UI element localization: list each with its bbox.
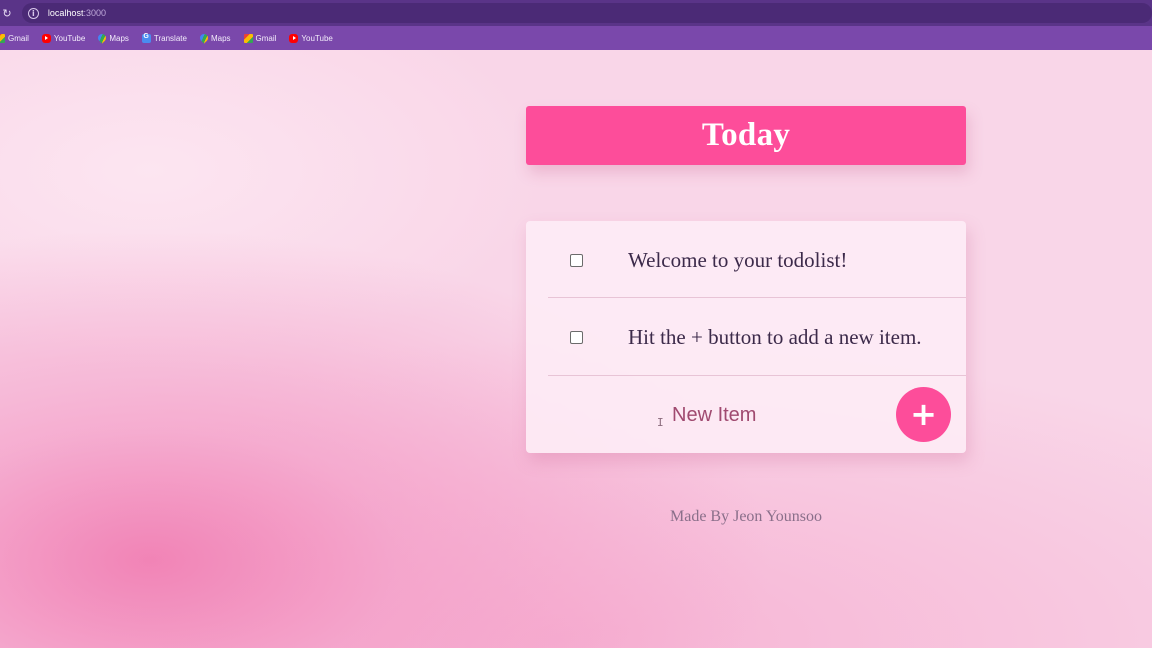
bookmark-gmail[interactable]: Gmail (243, 33, 277, 43)
todo-item: Welcome to your todolist! (526, 221, 966, 299)
bookmark-label: Maps (210, 33, 231, 43)
todo-item-text: Welcome to your todolist! (628, 247, 848, 272)
gmail-icon (243, 33, 253, 43)
translate-icon (141, 33, 151, 43)
bookmark-gmail[interactable]: Gmail (0, 33, 29, 43)
url-host: localhost (47, 8, 84, 18)
todo-checkbox[interactable] (570, 253, 583, 267)
maps-icon (96, 32, 108, 44)
url-text: localhost:3000 (48, 8, 106, 18)
new-item-input[interactable] (672, 396, 882, 434)
todo-item-text: Hit the + button to add a new item. (628, 324, 922, 349)
todo-checkbox[interactable] (570, 330, 583, 344)
footer-credit: Made By Jeon Younsoo (669, 508, 822, 525)
browser-toolbar: ↻ i localhost:3000 (0, 0, 1152, 26)
maps-icon (198, 32, 210, 44)
todo-item: Hit the + button to add a new item. (526, 298, 966, 376)
bookmark-label: Maps (109, 33, 129, 43)
bookmark-translate[interactable]: Translate (141, 33, 187, 43)
bookmark-label: Translate (153, 33, 187, 43)
youtube-icon (41, 33, 51, 43)
bookmark-youtube[interactable]: YouTube (289, 33, 333, 43)
add-item-button[interactable]: + (896, 387, 951, 442)
list-title-box: Today (526, 106, 966, 165)
list-title: Today (701, 117, 791, 153)
gmail-icon (0, 33, 5, 43)
bookmark-maps[interactable]: Maps (96, 32, 129, 44)
bookmark-label: YouTube (53, 33, 86, 43)
site-info-icon[interactable]: i (27, 7, 39, 19)
url-port: :3000 (83, 8, 106, 18)
bookmark-label: Gmail (255, 33, 277, 43)
text-cursor-icon: I (657, 416, 664, 429)
todo-list-card: Welcome to your todolist! Hit the + butt… (526, 221, 966, 453)
address-bar[interactable]: i localhost:3000 (21, 3, 1152, 23)
bookmark-label: YouTube (301, 33, 333, 43)
bookmark-maps[interactable]: Maps (198, 32, 231, 44)
bookmark-youtube[interactable]: YouTube (41, 33, 86, 43)
youtube-icon (289, 33, 299, 43)
new-item-form: I + (526, 376, 966, 453)
bookmarks-bar: Gmail YouTube Maps Translate Maps Gmail … (0, 26, 1152, 50)
bookmark-label: Gmail (8, 33, 29, 43)
reload-icon[interactable]: ↻ (0, 0, 14, 26)
